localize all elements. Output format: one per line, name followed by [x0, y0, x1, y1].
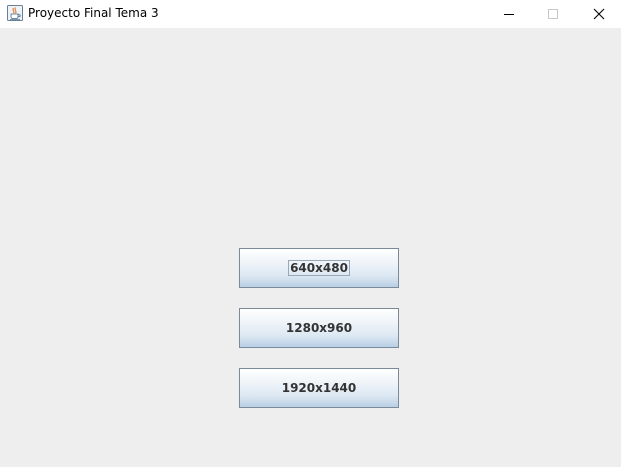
maximize-icon — [547, 5, 559, 24]
button-label: 1920x1440 — [281, 381, 357, 395]
close-icon — [593, 5, 605, 24]
resolution-1920x1440-button[interactable]: 1920x1440 — [239, 368, 399, 408]
button-label: 640x480 — [288, 260, 350, 276]
title-bar[interactable]: Proyecto Final Tema 3 — [0, 0, 621, 28]
minimize-button[interactable] — [487, 0, 531, 28]
maximize-button[interactable] — [531, 0, 575, 28]
minimize-icon — [503, 5, 515, 24]
button-label: 1280x960 — [285, 321, 353, 335]
java-cup-icon — [7, 5, 23, 21]
resolution-1280x960-button[interactable]: 1280x960 — [239, 308, 399, 348]
content-panel: 640x480 1280x960 1920x1440 — [0, 28, 621, 467]
app-window: Proyecto Final Tema 3 640x480 1280x960 1… — [0, 0, 621, 467]
window-title: Proyecto Final Tema 3 — [28, 6, 159, 20]
resolution-640x480-button[interactable]: 640x480 — [239, 248, 399, 288]
close-button[interactable] — [577, 0, 621, 28]
